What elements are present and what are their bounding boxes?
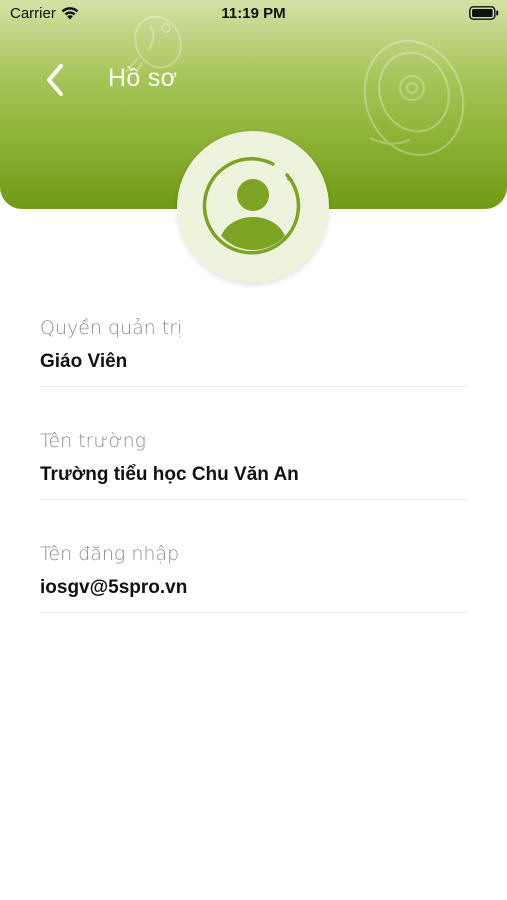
field-label: Tên trường bbox=[40, 430, 147, 452]
back-button[interactable] bbox=[36, 58, 76, 102]
user-avatar-icon bbox=[202, 157, 301, 255]
field-role: Quyền quản trị Giáo Viên bbox=[40, 317, 468, 387]
avatar[interactable] bbox=[177, 131, 329, 283]
field-school: Tên trường Trường tiểu học Chu Văn An bbox=[40, 430, 468, 500]
fish-outline-decoration-icon bbox=[363, 39, 465, 157]
status-time: 11:19 PM bbox=[221, 5, 286, 22]
page-title: Hồ sơ bbox=[108, 64, 178, 92]
field-username: Tên đăng nhập iosgv@5spro.vn bbox=[40, 543, 468, 613]
status-bar: Carrier 11:19 PM bbox=[0, 0, 507, 28]
battery-icon bbox=[469, 6, 499, 20]
field-label: Tên đăng nhập bbox=[40, 543, 180, 565]
field-value: Giáo Viên bbox=[40, 351, 128, 372]
field-value: iosgv@5spro.vn bbox=[40, 577, 188, 598]
chevron-left-icon bbox=[47, 64, 63, 96]
field-label: Quyền quản trị bbox=[40, 317, 183, 339]
field-value: Trường tiểu học Chu Văn An bbox=[40, 464, 299, 485]
